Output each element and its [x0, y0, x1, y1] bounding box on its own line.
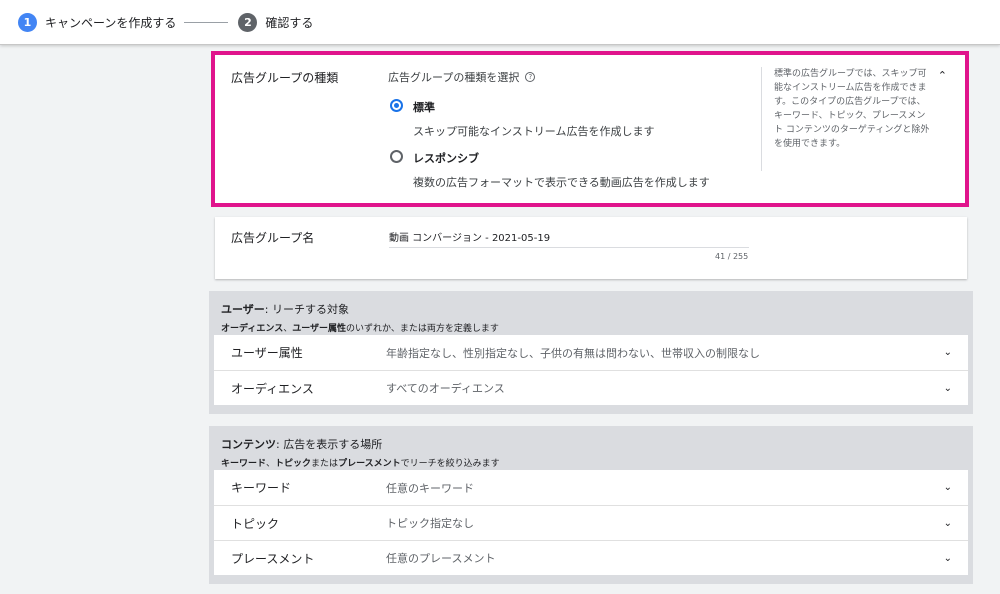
- chevron-down-icon[interactable]: ⌄: [944, 383, 952, 394]
- input-underline: [389, 247, 749, 248]
- users-sub-sep: 、: [283, 324, 293, 334]
- select-title-text: 広告グループの種類を選択: [388, 71, 520, 84]
- ad-group-type-label: 広告グループの種類: [231, 71, 339, 85]
- row-label: キーワード: [231, 481, 292, 495]
- option-standard-desc: スキップ可能なインストリーム広告を作成します: [413, 125, 655, 138]
- content-sub-placements: プレースメント: [338, 459, 401, 469]
- radio-responsive[interactable]: [390, 150, 403, 163]
- content-section: コンテンツ: 広告を表示する場所 キーワード、トピックまたはプレースメントでリー…: [209, 426, 973, 584]
- users-title-bold: ユーザー: [221, 303, 265, 316]
- content-section-subtitle: キーワード、トピックまたはプレースメントでリーチを絞り込みます: [221, 456, 961, 469]
- radio-standard[interactable]: [390, 99, 403, 112]
- step-number-2: 2: [238, 12, 258, 32]
- content-sub-keywords: キーワード: [221, 459, 267, 469]
- content-section-header: コンテンツ: 広告を表示する場所 キーワード、トピックまたはプレースメントでリー…: [209, 426, 973, 470]
- content-sub-sep: 、: [266, 459, 276, 469]
- step-label-create: キャンペーンを作成する: [45, 15, 177, 30]
- chevron-down-icon[interactable]: ⌄: [944, 347, 952, 358]
- content-title-bold: コンテンツ: [221, 438, 276, 451]
- row-label: トピック: [231, 516, 280, 531]
- users-section: ユーザー: リーチする対象 オーディエンス、ユーザー属性のいずれか、または両方を…: [209, 291, 973, 414]
- chevron-up-icon[interactable]: ⌃: [938, 69, 947, 82]
- help-panel: 標準の広告グループでは、スキップ可能なインストリーム広告を作成できます。このタイ…: [761, 67, 931, 171]
- row-placements[interactable]: プレースメント 任意のプレースメント ⌄: [214, 540, 968, 575]
- step-label-confirm: 確認する: [265, 15, 314, 30]
- char-counter: 41 / 255: [715, 252, 749, 261]
- chevron-down-icon[interactable]: ⌄: [944, 553, 952, 564]
- content-sub-rest: でリーチを絞り込みます: [400, 459, 500, 469]
- ad-group-type-select-title: 広告グループの種類を選択 ?: [388, 69, 536, 85]
- ad-group-type-card: 広告グループの種類 広告グループの種類を選択 ? 標準 スキップ可能なインストリ…: [211, 51, 969, 207]
- users-sub-demographics: ユーザー属性: [292, 324, 347, 334]
- content-section-title: コンテンツ: 広告を表示する場所: [221, 436, 961, 452]
- step-number-1: 1: [18, 12, 37, 32]
- step-connector: [184, 21, 229, 23]
- step-confirm[interactable]: 2 確認する: [238, 12, 314, 32]
- users-section-header: ユーザー: リーチする対象 オーディエンス、ユーザー属性のいずれか、または両方を…: [209, 291, 973, 335]
- stepper: 1 キャンペーンを作成する 2 確認する: [0, 0, 1000, 45]
- content-sub-topics: トピック: [275, 459, 312, 469]
- row-label: オーディエンス: [231, 381, 314, 396]
- option-standard-title: 標準: [413, 101, 435, 114]
- users-sub-audience: オーディエンス: [221, 324, 284, 334]
- row-audiences[interactable]: オーディエンス すべてのオーディエンス ⌄: [214, 370, 968, 405]
- row-topics[interactable]: トピック トピック指定なし ⌄: [214, 505, 968, 540]
- chevron-down-icon[interactable]: ⌄: [944, 518, 952, 529]
- ad-group-name-input[interactable]: 動画 コンバージョン - 2021-05-19: [389, 229, 550, 244]
- row-demographics[interactable]: ユーザー属性 年齢指定なし、性別指定なし、子供の有無は問わない、世帯収入の制限な…: [214, 335, 968, 370]
- content-title-rest: : 広告を表示する場所: [276, 438, 383, 451]
- row-value: すべてのオーディエンス: [386, 382, 505, 395]
- row-label: ユーザー属性: [231, 346, 303, 360]
- option-responsive-desc: 複数の広告フォーマットで表示できる動画広告を作成します: [413, 176, 710, 189]
- content-rows: キーワード 任意のキーワード ⌄ トピック トピック指定なし ⌄ プレースメント…: [214, 470, 968, 575]
- help-circle-icon[interactable]: ?: [525, 72, 536, 82]
- users-rows: ユーザー属性 年齢指定なし、性別指定なし、子供の有無は問わない、世帯収入の制限な…: [214, 335, 968, 405]
- row-value: 年齢指定なし、性別指定なし、子供の有無は問わない、世帯収入の制限なし: [386, 346, 760, 360]
- chevron-down-icon[interactable]: ⌄: [944, 482, 952, 493]
- step-create-campaign[interactable]: 1 キャンペーンを作成する: [18, 12, 177, 32]
- row-value: 任意のキーワード: [386, 481, 474, 495]
- users-section-title: ユーザー: リーチする対象: [221, 301, 961, 317]
- row-value: 任意のプレースメント: [386, 552, 496, 565]
- option-responsive-title: レスポンシブ: [413, 152, 479, 165]
- users-sub-rest: のいずれか、または両方を定義します: [346, 324, 499, 334]
- ad-group-name-card: 広告グループ名 動画 コンバージョン - 2021-05-19 41 / 255: [215, 217, 967, 279]
- ad-group-name-label: 広告グループ名: [231, 231, 315, 245]
- row-value: トピック指定なし: [386, 517, 474, 530]
- row-keywords[interactable]: キーワード 任意のキーワード ⌄: [214, 470, 968, 505]
- users-section-subtitle: オーディエンス、ユーザー属性のいずれか、または両方を定義します: [221, 321, 961, 334]
- content-sub-or: または: [311, 459, 339, 469]
- users-title-rest: : リーチする対象: [264, 303, 349, 316]
- row-label: プレースメント: [231, 551, 315, 566]
